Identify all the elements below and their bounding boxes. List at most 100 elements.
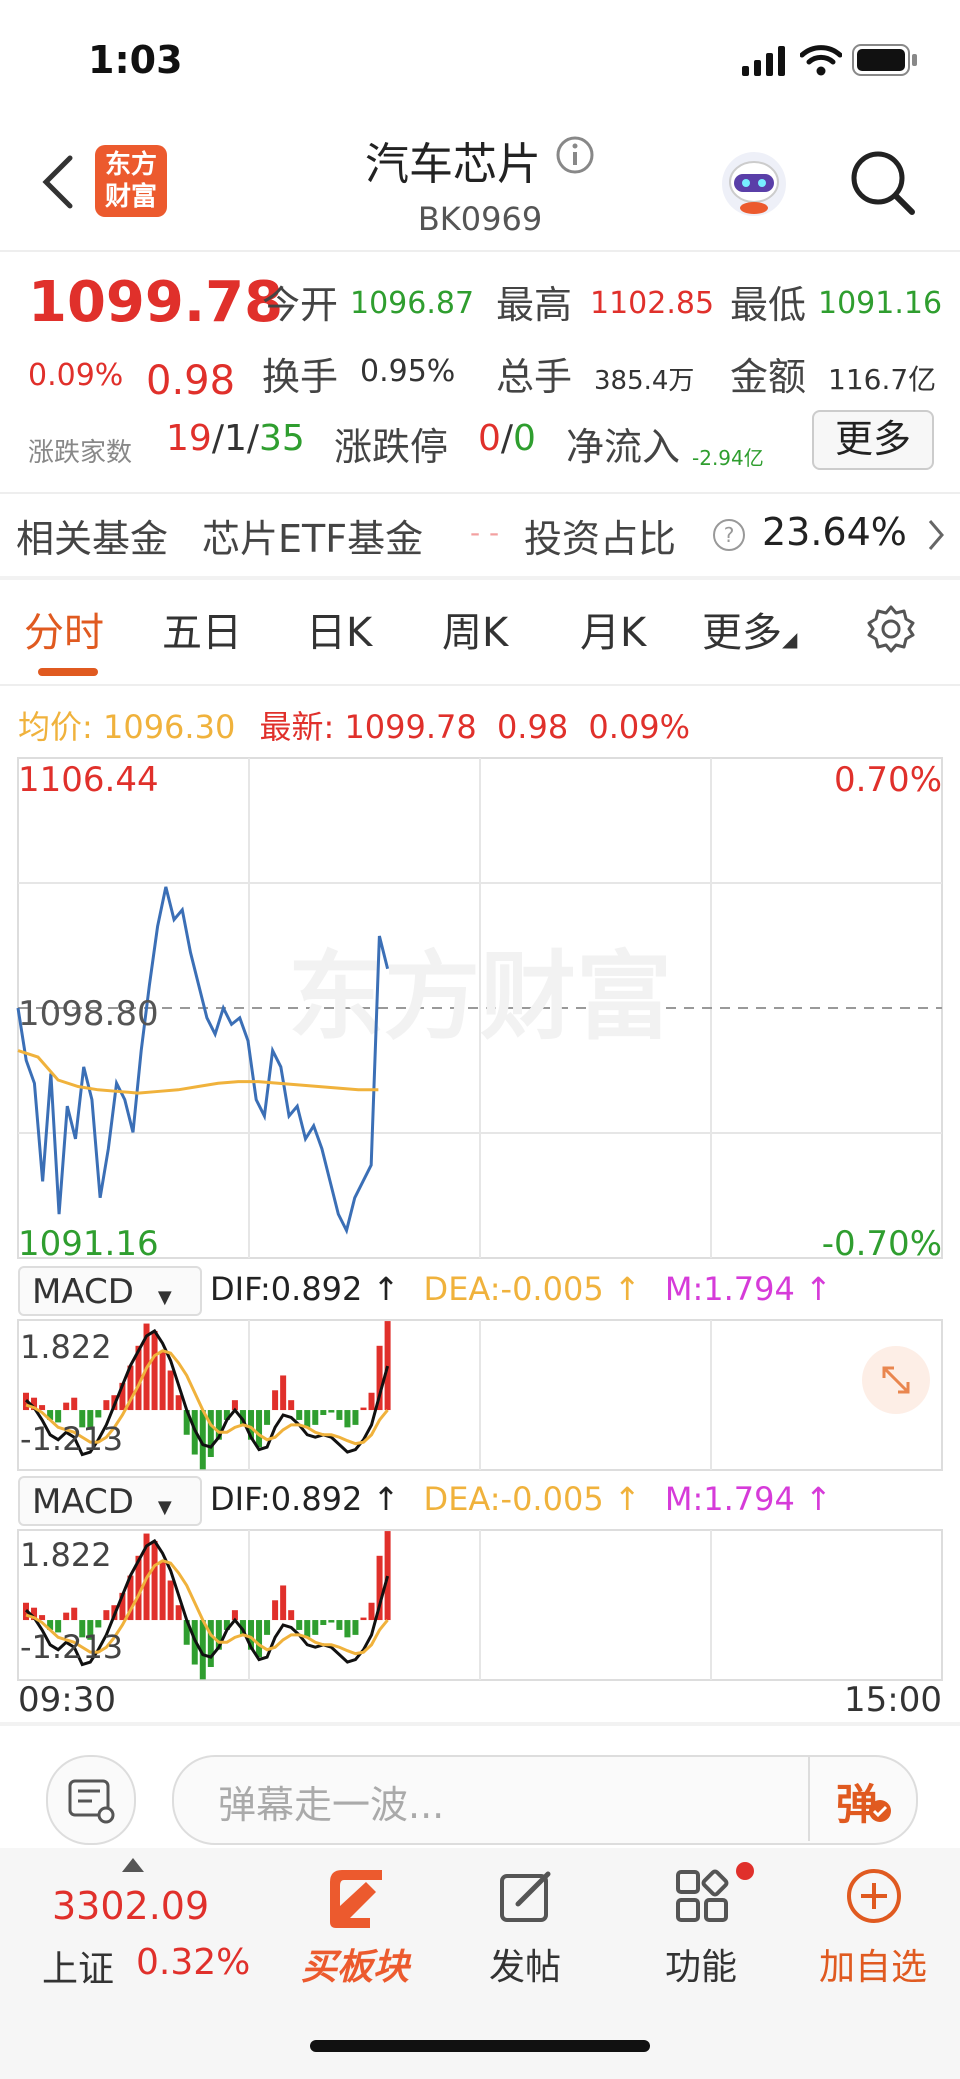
related-fund-row[interactable]: 相关基金 芯片ETF基金 - - 投资占比 ? 23.64%: [0, 498, 960, 572]
nav-buy-sector[interactable]: 买板块: [290, 1862, 420, 2002]
nav-functions[interactable]: 功能: [636, 1862, 766, 2002]
dropdown-icon: ▼: [157, 1287, 172, 1308]
inflow-value: -2.94亿: [692, 446, 764, 470]
nav-add-watchlist[interactable]: 加自选: [808, 1862, 938, 2002]
apps-grid-icon: [676, 1869, 729, 1922]
home-indicator: [310, 2040, 650, 2052]
separator: /: [246, 418, 259, 459]
amount-label: 金额: [730, 355, 807, 399]
fund-dash: - -: [470, 516, 500, 549]
macd-bar: [328, 1410, 335, 1413]
macd1-axis-bottom: -1.213: [20, 1420, 124, 1458]
macd-bar: [159, 1350, 166, 1411]
nav-post[interactable]: 发帖: [460, 1862, 590, 2002]
macd-bar: [151, 1540, 158, 1621]
macd-bar: [39, 1615, 46, 1621]
dif-value: DIF:0.892: [210, 1480, 363, 1518]
board-code: BK0969: [417, 200, 543, 238]
dropdown-icon: ▼: [157, 1497, 172, 1518]
robot-assistant-icon[interactable]: [718, 148, 790, 220]
danmu-toggle-button[interactable]: 弹: [808, 1755, 916, 1841]
change-percent: 0.09%: [28, 358, 124, 393]
divider: [0, 492, 960, 494]
info-icon[interactable]: [555, 135, 595, 175]
avg-price-line: [17, 1049, 379, 1095]
time-axis-start: 09:30: [18, 1680, 116, 1720]
title-text: 汽车芯片: [365, 139, 541, 190]
last-price: 1099.78: [28, 270, 284, 335]
separator: /: [211, 418, 224, 459]
fund-label: 相关基金: [16, 517, 169, 561]
macd-bar: [167, 1370, 174, 1411]
dif-value: DIF:0.892: [210, 1270, 363, 1308]
separator: /: [500, 418, 514, 459]
tab-more[interactable]: 更多◢: [702, 600, 797, 658]
index-pct[interactable]: 0.32%: [136, 1942, 250, 1983]
macd-bar: [384, 1531, 391, 1621]
high-value: 1102.85: [590, 286, 715, 321]
macd-bar: [207, 1410, 214, 1458]
down-count: 35: [259, 418, 305, 459]
chevron-right-icon: [928, 520, 944, 550]
watermark-text: 东方财富: [288, 941, 672, 1053]
macd-values-1: DIF:0.892 ↑ DEA:-0.005 ↑ M:1.794 ↑: [210, 1270, 832, 1308]
macd-bar: [288, 1610, 295, 1621]
up-arrow-icon: ↑: [805, 1480, 832, 1518]
breadth-values: 19/1/35: [166, 418, 305, 459]
macd-bar: [95, 1410, 102, 1418]
ratio-label: 投资占比: [524, 517, 677, 561]
price-axis-mid: 1098.80: [18, 994, 159, 1034]
danmu-settings-icon: [68, 1779, 115, 1824]
macd-bar: [320, 1620, 327, 1625]
status-bar: 1:03: [0, 0, 960, 120]
limit-label: 涨跌停: [334, 425, 449, 469]
pct-axis-bottom: -0.70%: [821, 1224, 942, 1264]
price-line: [16, 886, 390, 1235]
buy-sector-icon: [330, 1870, 382, 1928]
macd-bar: [312, 1620, 319, 1635]
macd-bar: [344, 1410, 351, 1428]
tab-five-day[interactable]: 五日: [162, 600, 242, 658]
index-name[interactable]: 上证: [42, 1940, 114, 1992]
settings-gear-icon[interactable]: [866, 604, 916, 654]
macd-bar: [264, 1410, 271, 1425]
divider: [0, 250, 960, 252]
limit-up-count: 0: [478, 418, 501, 459]
index-value[interactable]: 3302.09: [52, 1884, 209, 1928]
battery-icon: [852, 44, 917, 76]
macd-bar: [280, 1585, 287, 1621]
macd-values-2: DIF:0.892 ↑ DEA:-0.005 ↑ M:1.794 ↑: [210, 1480, 832, 1518]
check-badge-icon: [869, 1800, 891, 1822]
tab-daily-k[interactable]: 日K: [306, 600, 372, 658]
more-button[interactable]: 更多: [812, 410, 934, 470]
macd-bar: [256, 1620, 263, 1658]
expand-button[interactable]: [862, 1346, 930, 1414]
triangle-down-icon: ◢: [782, 627, 798, 651]
macd-bar: [264, 1620, 271, 1635]
macd-bar: [175, 1605, 182, 1621]
indicator-select-1[interactable]: MACD ▼: [18, 1266, 202, 1316]
turnover-label: 换手: [262, 355, 339, 399]
macd-bar: [360, 1407, 367, 1411]
macd-bar: [328, 1620, 335, 1623]
help-icon[interactable]: ?: [712, 518, 746, 552]
macd-bar: [304, 1410, 311, 1428]
indicator-name: MACD: [32, 1482, 134, 1522]
tab-more-label: 更多: [702, 610, 782, 656]
low-label: 最低: [730, 283, 807, 327]
macd-bar: [312, 1410, 319, 1425]
tab-active-indicator: [38, 668, 98, 676]
limit-values: 0/0: [478, 418, 536, 459]
up-arrow-icon: ↑: [372, 1480, 400, 1518]
m-value: M:1.794: [664, 1480, 795, 1518]
danmu-settings-button[interactable]: [46, 1755, 136, 1845]
tab-intraday[interactable]: 分时: [24, 600, 104, 658]
macd-bar: [256, 1410, 263, 1448]
tab-weekly-k[interactable]: 周K: [442, 600, 508, 658]
tab-monthly-k[interactable]: 月K: [580, 600, 646, 658]
price-axis-bottom: 1091.16: [18, 1224, 159, 1264]
search-icon[interactable]: [848, 148, 918, 218]
dea-value: DEA:-0.005: [423, 1480, 604, 1518]
divider: [0, 576, 960, 580]
indicator-select-2[interactable]: MACD ▼: [18, 1476, 202, 1526]
